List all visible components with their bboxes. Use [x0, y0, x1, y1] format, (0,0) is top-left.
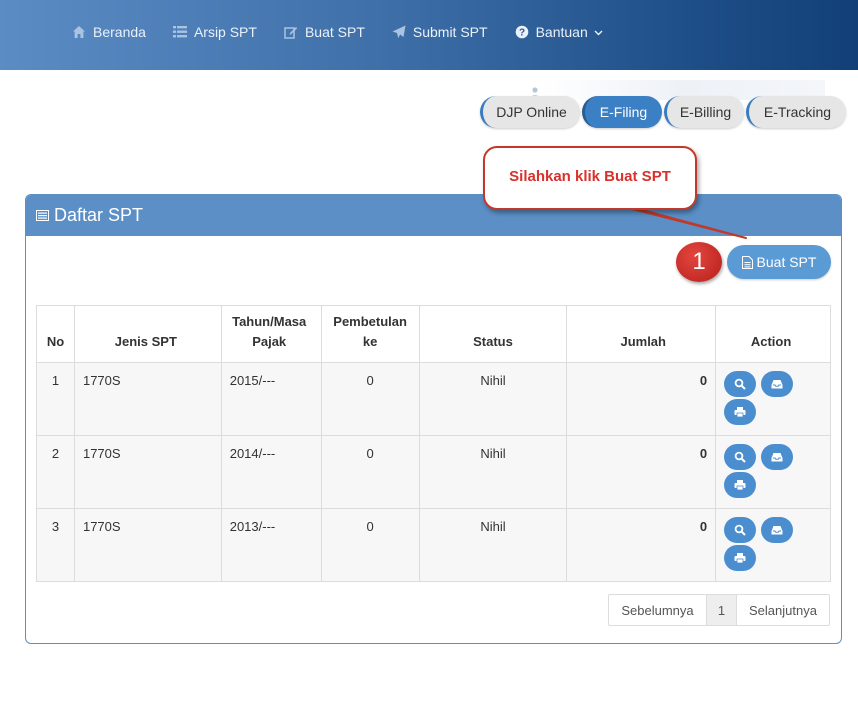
instruction-callout: Silahkan klik Buat SPT [483, 146, 697, 210]
table-row: 2 1770S 2014/--- 0 Nihil 0 [36, 435, 831, 509]
submit-button[interactable] [760, 444, 793, 470]
print-icon [734, 553, 746, 564]
tab-e-filing[interactable]: E-Filing [582, 96, 662, 128]
home-icon [72, 25, 87, 39]
cell-status: Nihil [418, 362, 568, 436]
cell-no: 3 [36, 508, 75, 582]
table-row: 3 1770S 2013/--- 0 Nihil 0 [36, 508, 831, 582]
table-row: 1 1770S 2015/--- 0 Nihil 0 [36, 362, 831, 436]
buat-spt-label: Buat SPT [756, 254, 817, 270]
search-icon [734, 524, 746, 536]
tab-djp-online[interactable]: DJP Online [480, 96, 580, 128]
nav-label: Buat SPT [304, 24, 365, 40]
nav-label: Bantuan [535, 24, 588, 40]
nav-beranda[interactable]: Beranda [72, 24, 146, 40]
cell-status: Nihil [418, 508, 568, 582]
cell-pembetulan: 0 [320, 362, 420, 436]
list-icon [172, 25, 188, 39]
current-page[interactable]: 1 [707, 595, 737, 625]
question-circle-icon: ? [515, 25, 530, 39]
col-no: No [36, 305, 75, 363]
submit-button[interactable] [760, 371, 793, 397]
cell-tahun: 2014/--- [220, 435, 322, 509]
search-icon [734, 451, 746, 463]
col-jenis-spt: Jenis SPT [73, 305, 222, 363]
cell-action [715, 435, 831, 509]
svg-text:?: ? [519, 28, 525, 39]
cell-action [715, 362, 831, 436]
cell-no: 2 [36, 435, 75, 509]
nav-label: Arsip SPT [193, 24, 257, 40]
buat-spt-button[interactable]: Buat SPT [727, 245, 831, 279]
nav-label: Submit SPT [412, 24, 488, 40]
print-button[interactable] [724, 545, 757, 571]
main-nav: Beranda Arsip SPT Buat SPT Submit SPT ? … [72, 24, 630, 40]
inbox-icon [771, 453, 783, 462]
table-header-row: No Jenis SPT Tahun/Masa Pajak Pembetulan… [36, 305, 831, 363]
col-jumlah: Jumlah [566, 305, 717, 363]
nav-label: Beranda [93, 24, 146, 40]
inbox-icon [771, 526, 783, 535]
view-button[interactable] [724, 444, 757, 470]
col-tahun-masa: Tahun/Masa Pajak [220, 305, 322, 363]
cell-tahun: 2015/--- [220, 362, 322, 436]
list-alt-icon [36, 210, 49, 221]
print-icon [734, 407, 746, 418]
col-pembetulan: Pembetulan ke [320, 305, 420, 363]
cell-jumlah: 0 [566, 508, 717, 582]
chevron-down-icon [594, 30, 603, 35]
cell-no: 1 [36, 362, 75, 436]
search-icon [734, 378, 746, 390]
nav-submit-spt[interactable]: Submit SPT [392, 24, 488, 40]
panel-title: Daftar SPT [54, 205, 144, 225]
next-page-button[interactable]: Selanjutnya [737, 595, 829, 625]
cell-jenis: 1770S [73, 362, 222, 436]
prev-page-button[interactable]: Sebelumnya [609, 595, 707, 625]
file-icon [741, 255, 753, 269]
col-action: Action [715, 305, 831, 363]
view-button[interactable] [724, 517, 757, 543]
send-icon [392, 25, 407, 39]
cell-pembetulan: 0 [320, 435, 420, 509]
cell-status: Nihil [418, 435, 568, 509]
view-button[interactable] [724, 371, 757, 397]
col-status: Status [418, 305, 568, 363]
cell-action [715, 508, 831, 582]
top-navbar: Beranda Arsip SPT Buat SPT Submit SPT ? … [0, 0, 858, 70]
callout-text: Silahkan klik Buat SPT [509, 168, 671, 185]
cell-jenis: 1770S [73, 508, 222, 582]
spt-table: No Jenis SPT Tahun/Masa Pajak Pembetulan… [36, 305, 831, 582]
nav-buat-spt[interactable]: Buat SPT [284, 24, 365, 40]
step-number-badge: 1 [676, 242, 722, 282]
tab-e-billing[interactable]: E-Billing [664, 96, 744, 128]
inbox-icon [771, 380, 783, 389]
nav-arsip-spt[interactable]: Arsip SPT [172, 24, 257, 40]
nav-bantuan[interactable]: ? Bantuan [515, 24, 603, 40]
submit-button[interactable] [760, 517, 793, 543]
cell-pembetulan: 0 [320, 508, 420, 582]
edit-icon [284, 25, 299, 39]
pagination: Sebelumnya 1 Selanjutnya [608, 594, 830, 626]
print-button[interactable] [724, 472, 757, 498]
cell-jenis: 1770S [73, 435, 222, 509]
cell-jumlah: 0 [566, 435, 717, 509]
print-button[interactable] [724, 399, 757, 425]
cell-jumlah: 0 [566, 362, 717, 436]
print-icon [734, 480, 746, 491]
cell-tahun: 2013/--- [220, 508, 322, 582]
tab-e-tracking[interactable]: E-Tracking [746, 96, 846, 128]
portal-tabs: DJP Online E-Filing E-Billing E-Tracking [480, 96, 848, 128]
